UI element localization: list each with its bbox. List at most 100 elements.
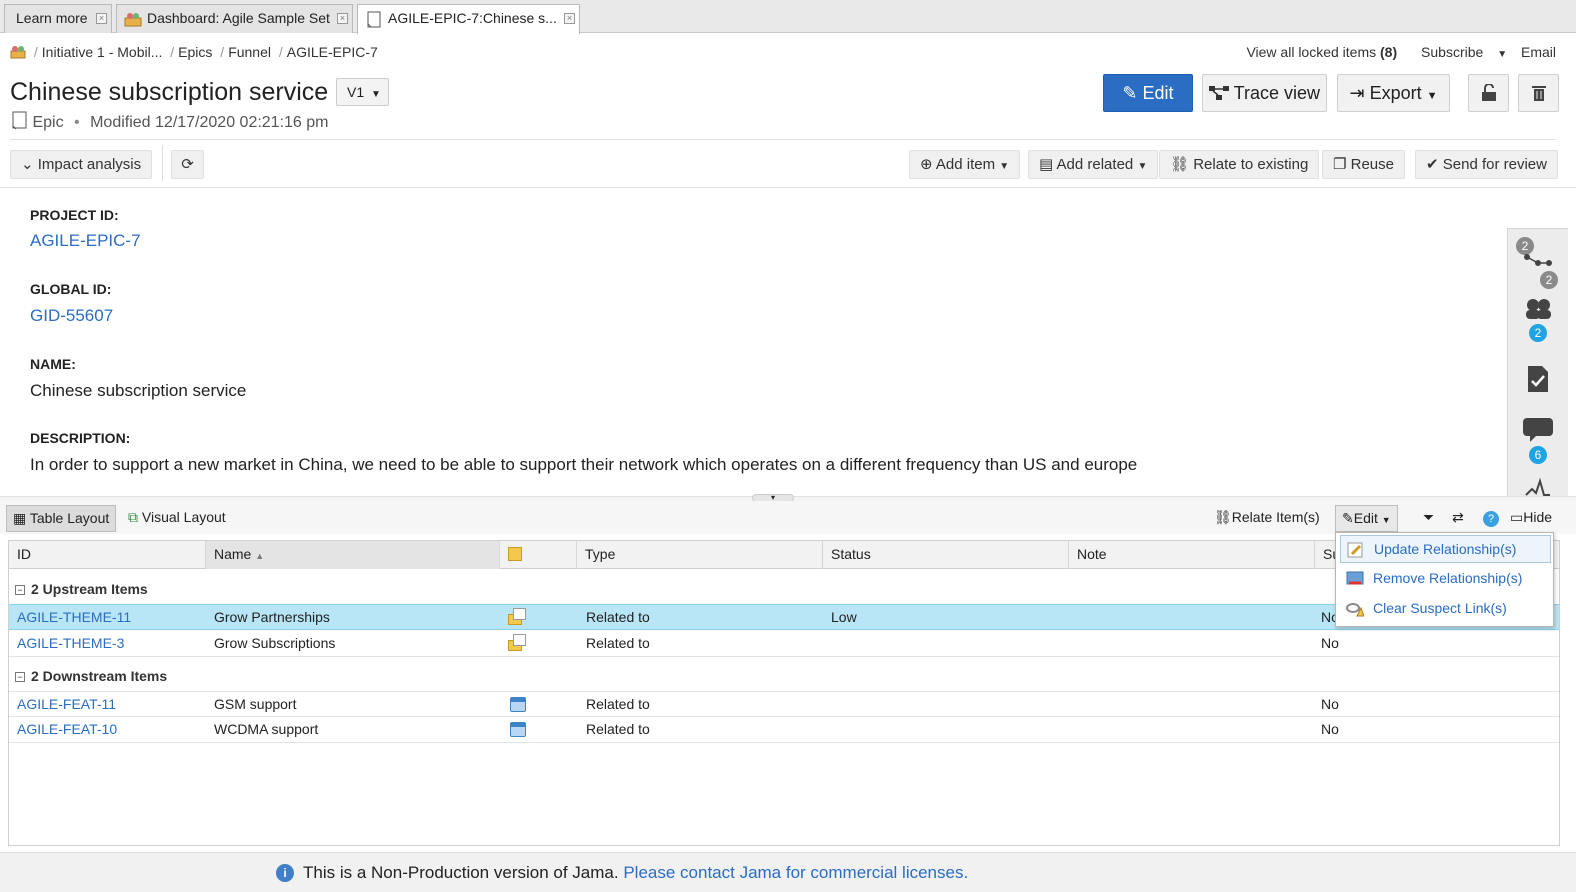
relationships-icon [1524, 254, 1552, 266]
panel-edit-dropdown[interactable]: ✎Edit ▼ [1335, 505, 1398, 532]
project-id-value[interactable]: AGILE-EPIC-7 [30, 231, 141, 251]
theme-icon [508, 608, 526, 625]
trace-view-button[interactable]: Trace view [1202, 74, 1327, 112]
column-header-name[interactable]: Name ▲ [206, 541, 500, 569]
version-dropdown[interactable]: V1 ▼ [336, 78, 389, 106]
tab-agile-epic-7[interactable]: AGILE-EPIC-7:Chinese s... × [357, 4, 580, 34]
column-header-type[interactable]: Type [577, 541, 823, 569]
sync-icon: ⇄ [1452, 509, 1464, 525]
minimize-icon: ▭ [1510, 509, 1524, 525]
pencil-icon: ✎ [1342, 510, 1354, 526]
reuse-button[interactable]: ❐ Reuse [1322, 150, 1405, 179]
breadcrumb-item[interactable]: Epics [178, 44, 212, 60]
item-id-link[interactable]: AGILE-FEAT-11 [17, 692, 116, 717]
help-button[interactable]: ? [1477, 505, 1505, 532]
table-layout-button[interactable]: ▦ Table Layout [6, 505, 117, 532]
email-link[interactable]: Email [1521, 44, 1556, 60]
close-icon[interactable]: × [564, 13, 575, 24]
close-icon[interactable]: × [337, 13, 348, 24]
comments-rail-button[interactable]: 6 [1508, 415, 1568, 471]
table-row[interactable]: AGILE-FEAT-11 GSM support Related to No [9, 691, 1559, 717]
caret-down-icon: ▼ [1381, 515, 1391, 525]
caret-down-icon: ▼ [1426, 90, 1438, 102]
export-button[interactable]: ⇥ Export ▼ [1337, 74, 1450, 112]
column-header-item-type[interactable] [500, 541, 577, 569]
relationship-type: Related to [586, 609, 650, 625]
document-icon [367, 11, 381, 28]
menu-item-remove-relationships[interactable]: Remove Relationship(s) [1340, 565, 1551, 593]
sort-asc-icon: ▲ [255, 551, 265, 561]
link-icon: ⛓ [1170, 156, 1190, 173]
global-id-value[interactable]: GID-55607 [30, 306, 113, 326]
collaborators-rail-button[interactable]: 2 [1508, 293, 1568, 349]
field-label-name: NAME: [30, 356, 76, 372]
sync-button[interactable]: ⇄ [1446, 505, 1470, 532]
column-header-note[interactable]: Note [1069, 541, 1315, 569]
menu-item-update-relationships[interactable]: Update Relationship(s) [1340, 535, 1551, 563]
collapse-icon[interactable]: − [15, 672, 25, 683]
edit-dropdown-menu: Update Relationship(s) Remove Relationsh… [1335, 532, 1554, 627]
item-id-link[interactable]: AGILE-FEAT-10 [17, 717, 117, 742]
review-rail-button[interactable] [1508, 359, 1568, 403]
plus-circle-icon: ⊕ [920, 156, 933, 173]
add-related-button[interactable]: ▤ Add related ▼ [1028, 150, 1159, 179]
suspect: No [1321, 696, 1339, 712]
visual-layout-button[interactable]: ⧉ Visual Layout [122, 505, 232, 532]
feature-icon [510, 722, 526, 737]
trace-icon [1208, 86, 1229, 100]
hide-panel-button[interactable]: ▭Hide [1504, 505, 1558, 532]
copy-icon: ❐ [1333, 156, 1347, 173]
relationships-table: ID Name ▲ Type Status Note Su −2 Upstrea… [8, 540, 1560, 846]
add-item-button[interactable]: ⊕ Add item ▼ [909, 150, 1021, 179]
divider [162, 145, 163, 181]
subscribe-dropdown[interactable]: Subscribe ▼ [1411, 44, 1507, 60]
relationships-panel-toolbar: ▦ Table Layout ⧉ Visual Layout ⛓Relate I… [0, 501, 1576, 534]
field-label-project-id: PROJECT ID: [30, 207, 119, 223]
tab-label: AGILE-EPIC-7:Chinese s... [388, 10, 557, 26]
collapse-icon[interactable]: − [15, 585, 25, 596]
table-row[interactable]: AGILE-THEME-11 Grow Partnerships Related… [9, 604, 1559, 630]
breadcrumb-item[interactable]: Initiative 1 - Mobil... [42, 44, 163, 60]
refresh-button[interactable]: ⟳ [171, 150, 204, 179]
column-header-id[interactable]: ID [9, 541, 206, 569]
hierarchy-icon: ⧉ [128, 509, 138, 525]
pencil-icon: ✎ [1122, 83, 1138, 103]
tab-label: Dashboard: Agile Sample Set [147, 10, 330, 26]
delete-button[interactable] [1518, 74, 1559, 112]
warning-link-icon [1346, 603, 1364, 617]
footer-text: This is a Non-Production version of Jama… [303, 863, 969, 882]
view-locked-items-link[interactable]: View all locked items (8) [1236, 44, 1397, 60]
relate-items-button[interactable]: ⛓Relate Item(s) [1208, 505, 1326, 532]
activity-rail-button[interactable] [1508, 477, 1568, 497]
item-id-link[interactable]: AGILE-THEME-3 [17, 631, 124, 656]
item-name: GSM support [214, 696, 297, 712]
item-id-link[interactable]: AGILE-THEME-11 [17, 605, 131, 630]
table-row[interactable]: AGILE-FEAT-10 WCDMA support Related to N… [9, 717, 1559, 743]
suspect: No [1321, 635, 1339, 651]
group-header-downstream[interactable]: −2 Downstream Items [9, 664, 1559, 688]
impact-analysis-button[interactable]: ⌄ Impact analysis [10, 150, 153, 179]
group-header-upstream[interactable]: −2 Upstream Items [9, 577, 1559, 601]
caret-down-icon: ▼ [999, 161, 1010, 172]
column-header-status[interactable]: Status [823, 541, 1069, 569]
project-icon[interactable] [10, 44, 26, 59]
close-icon[interactable]: × [96, 13, 107, 24]
relate-to-existing-button[interactable]: ⛓ Relate to existing [1159, 150, 1320, 179]
send-for-review-button[interactable]: ✔ Send for review [1415, 150, 1558, 179]
help-icon: ? [1483, 511, 1499, 527]
activity-icon [1525, 477, 1550, 496]
table-row[interactable]: AGILE-THEME-3 Grow Subscriptions Related… [9, 631, 1559, 657]
item-name: Grow Subscriptions [214, 635, 336, 651]
menu-item-clear-suspect-links[interactable]: Clear Suspect Link(s) [1340, 595, 1551, 623]
filter-button[interactable]: ⏷ [1417, 505, 1440, 532]
edit-button[interactable]: ✎ Edit [1103, 74, 1193, 112]
breadcrumb-item[interactable]: Funnel [228, 44, 271, 60]
item-meta: Epic • Modified 12/17/2020 02:21:16 pm [10, 111, 329, 132]
tab-dashboard[interactable]: Dashboard: Agile Sample Set × [116, 4, 353, 33]
license-link[interactable]: Please contact Jama for commercial licen… [623, 863, 968, 882]
item-type-icon [508, 547, 522, 561]
relationships-rail-button[interactable]: 2 2 [1508, 235, 1568, 291]
project-icon [124, 13, 142, 27]
lock-button[interactable] [1468, 74, 1509, 112]
tab-learn-more[interactable]: Learn more × [4, 4, 112, 33]
